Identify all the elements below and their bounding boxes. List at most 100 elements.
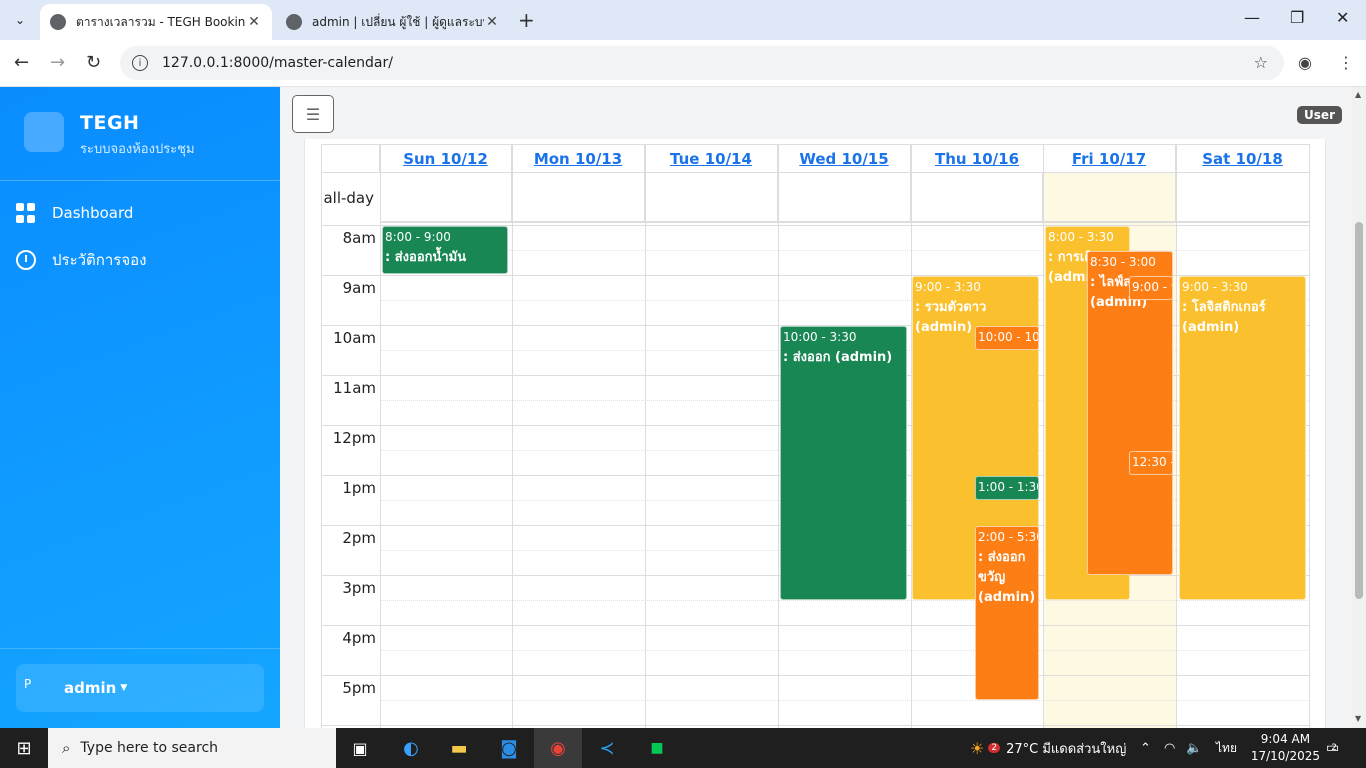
wifi-icon[interactable]: ◠ [1164,728,1175,768]
menu-dots-icon[interactable]: ⋮ [1338,53,1354,72]
grid-line [512,144,513,728]
minimize-icon[interactable]: — [1244,8,1260,27]
day-header-mon[interactable]: Mon 10/13 [512,144,645,173]
task-view-icon[interactable]: ▣ [346,728,374,768]
user-menu[interactable]: P admin ▼ [16,664,264,712]
sidebar-item-label: Dashboard [52,204,134,222]
scroll-up-icon[interactable]: ▲ [1355,90,1361,99]
restore-icon[interactable]: ❐ [1290,8,1304,27]
week-calendar: Sun 10/12 Mon 10/13 Tue 10/14 Wed 10/15 … [321,144,1310,728]
site-info-icon[interactable]: i [132,55,148,71]
time-label: 8am [342,229,376,247]
caret-down-icon: ▼ [120,683,128,693]
event-thu-2pm[interactable]: 2:00 - 5:30 : ส่งออก ขวัญ (admin) [975,526,1039,700]
event-thu-1pm[interactable]: 1:00 - 1:30 [975,476,1039,500]
search-placeholder: Type here to search [80,740,219,756]
vscode-icon[interactable]: ≺ [592,728,622,768]
sidebar-divider [0,648,280,649]
notification-count: 2 [1331,743,1337,753]
sidebar-item-dashboard[interactable]: Dashboard [16,203,133,223]
hamburger-menu-button[interactable]: ☰ [292,95,334,133]
event-thu-10am[interactable]: 10:00 - 10:3 [975,326,1039,350]
scrollbar-thumb[interactable] [1355,222,1363,599]
half-hour-line [380,650,1310,651]
sidebar-divider [0,180,280,181]
close-window-icon[interactable]: ✕ [1336,8,1349,27]
event-wed[interactable]: 10:00 - 3:30 : ส่งออก (admin) [780,326,907,600]
close-icon[interactable]: ✕ [484,14,500,30]
event-time: 2:00 - 5:30 [978,530,1039,544]
tray-chevron-icon[interactable]: ⌃ [1140,728,1151,768]
allday-cell[interactable] [380,173,512,223]
address-bar[interactable]: i 127.0.0.1:8000/master-calendar/ ☆ [120,46,1284,80]
back-icon[interactable]: ← [14,52,29,73]
weather-widget[interactable]: ☀ 2 27°C มีแดดส่วนใหญ่ [970,728,1126,768]
avatar: P [24,677,32,691]
time-label: 4pm [342,629,376,647]
time-label: 2pm [342,529,376,547]
day-header-sat[interactable]: Sat 10/18 [1176,144,1310,173]
reload-icon[interactable]: ↻ [86,52,101,73]
tab-search-icon[interactable]: ⌄ [6,6,34,34]
allday-cell[interactable] [1043,173,1176,223]
taskbar-search[interactable]: ⌕ Type here to search [48,728,336,768]
search-icon: ⌕ [62,739,71,757]
close-icon[interactable]: ✕ [246,14,262,30]
time-label: 11am [333,379,376,397]
tab-teg-booking[interactable]: ตารางเวลารวม - TEGH Booking ✕ [40,4,272,40]
event-sat[interactable]: 9:00 - 3:30 : โลจิสติกเกอร์ (admin) [1179,276,1306,600]
brand-subtitle: ระบบจองห้องประชุม [80,142,195,157]
hour-line [321,625,1310,626]
tab-admin[interactable]: admin | เปลี่ยน ผู้ใช้ | ผู้ดูแลระบบ D ✕ [276,4,510,40]
file-explorer-icon[interactable]: ▬ [444,728,474,768]
grid-line [778,144,779,728]
day-header-wed[interactable]: Wed 10/15 [778,144,911,173]
allday-cell[interactable] [1176,173,1310,223]
corner-cell [321,144,380,173]
allday-cell[interactable] [512,173,645,223]
notification-icon[interactable]: ▭ 2 [1326,728,1339,768]
allday-label: all-day [321,173,380,223]
allday-cell[interactable] [645,173,778,223]
calendar-logo-icon [24,112,365,274]
day-header-sun[interactable]: Sun 10/12 [380,144,512,173]
half-hour-line [380,600,1310,601]
volume-icon[interactable]: 🔈 [1186,728,1202,768]
event-fri-9am[interactable]: 9:00 - 9 [1129,276,1173,300]
browser-tabstrip: ⌄ ตารางเวลารวม - TEGH Booking ✕ admin | … [0,0,1366,40]
sidebar-item-history[interactable]: ประวัติการจอง [16,248,146,272]
tab-title: ตารางเวลารวม - TEGH Booking [76,14,246,29]
event-time: 12:30 - [1132,455,1173,469]
time-label: 3pm [342,579,376,597]
line-app-icon[interactable]: ■ [642,728,672,768]
profile-icon[interactable]: ◉ [1298,53,1312,72]
day-header-thu[interactable]: Thu 10/16 [911,144,1044,173]
clock-time: 9:04 AM [1260,732,1311,746]
windows-start-icon[interactable]: ⊞ [12,728,36,768]
hour-line [321,725,1310,726]
day-header-tue[interactable]: Tue 10/14 [645,144,778,173]
allday-cell[interactable] [911,173,1043,223]
outlook-icon[interactable]: ◙ [494,728,524,768]
event-time: 8:00 - 3:30 [1048,230,1114,244]
chrome-icon[interactable]: ◉ [534,728,582,768]
forward-icon[interactable]: → [50,52,65,73]
taskbar-clock[interactable]: 9:04 AM 17/10/2025 [1251,731,1320,765]
event-time: 10:00 - 3:30 [783,330,857,344]
day-header-fri[interactable]: Fri 10/17 [1043,144,1176,173]
event-sun[interactable]: 8:00 - 9:00 : ส่งออกน้ำมัน [382,226,508,274]
new-tab-icon[interactable]: + [518,8,535,32]
event-fri-1230[interactable]: 12:30 - [1129,451,1173,475]
hour-line [321,675,1310,676]
browser-toolbar: ← → ↻ i 127.0.0.1:8000/master-calendar/ … [0,40,1366,87]
scroll-down-icon[interactable]: ▼ [1355,714,1361,723]
input-language[interactable]: ไทย [1216,728,1237,768]
brand[interactable]: TEGH ระบบจองห้องประชุม [24,112,365,274]
time-label: 12pm [332,429,376,447]
bookmark-star-icon[interactable]: ☆ [1254,53,1268,72]
grid-line [645,144,646,728]
edge-icon[interactable]: ◐ [396,728,426,768]
page-scrollbar[interactable]: ▲ ▼ [1352,87,1366,728]
allday-cell[interactable] [778,173,911,223]
sidebar-item-label: ประวัติการจอง [52,251,147,269]
